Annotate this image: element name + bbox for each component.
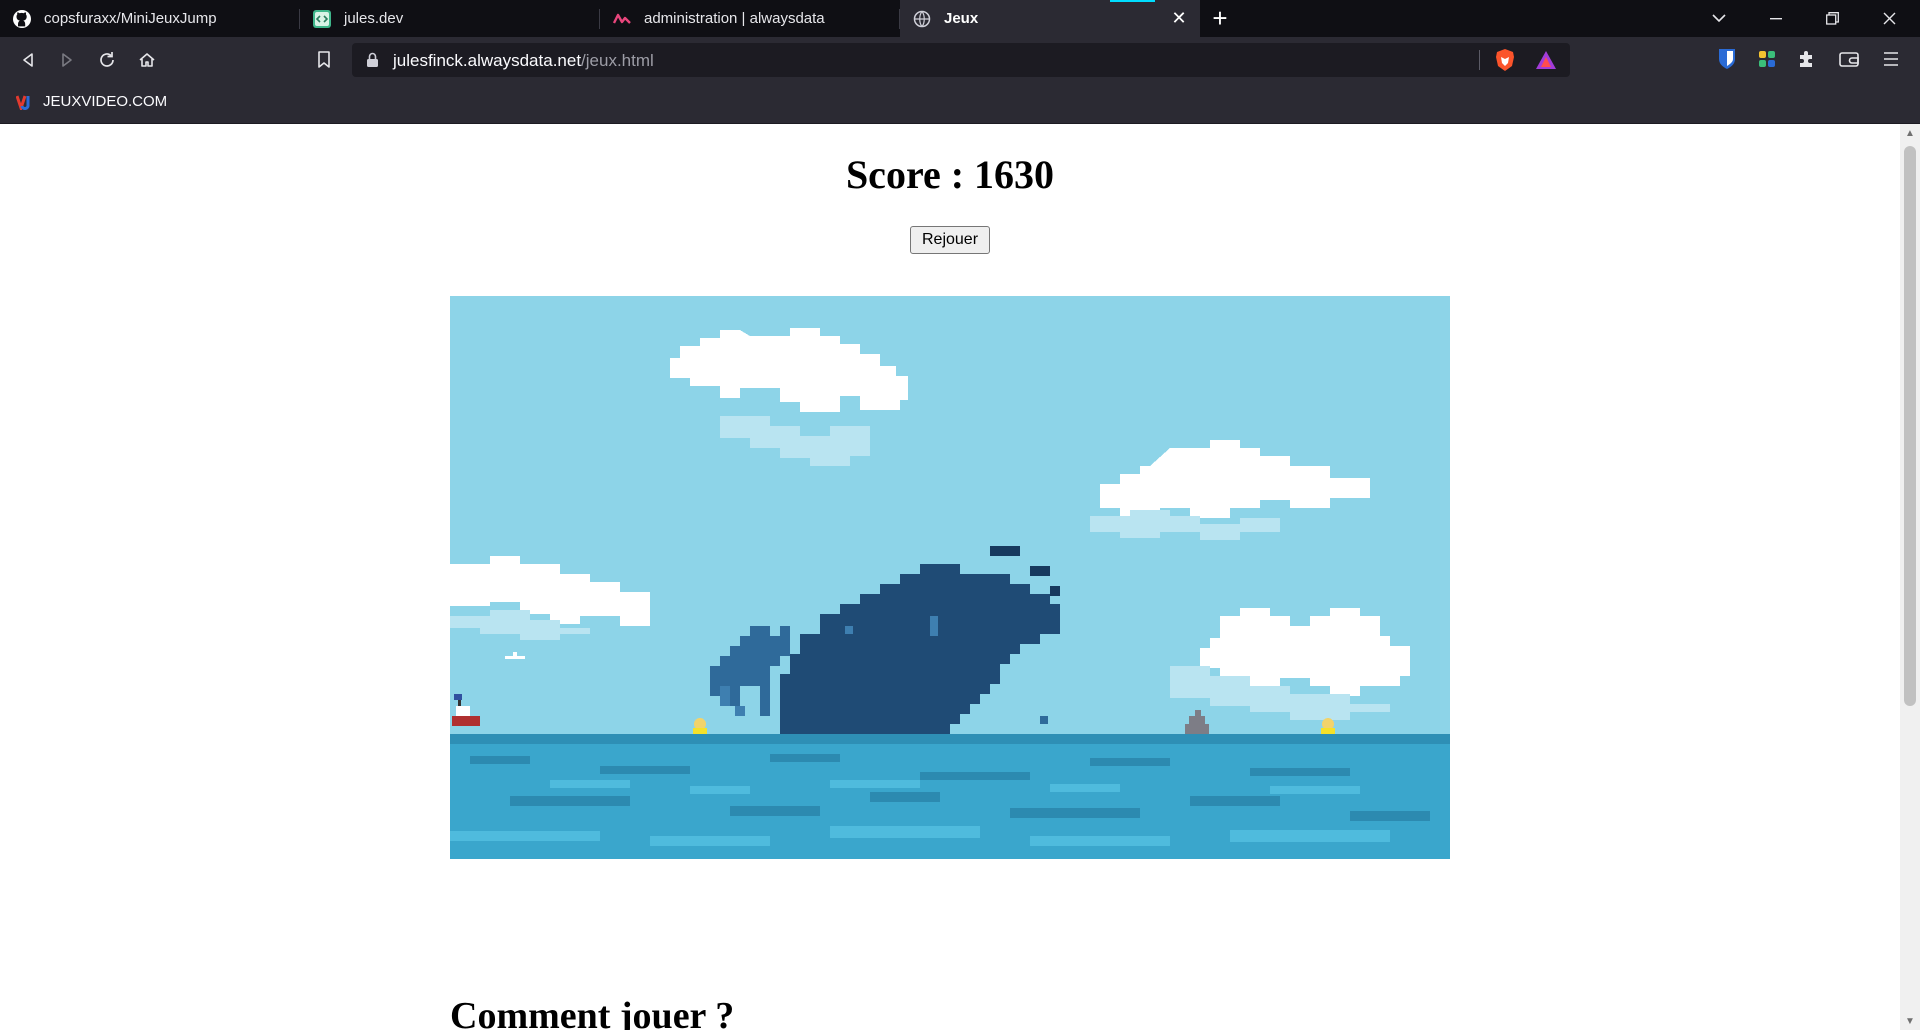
scroll-thumb[interactable] — [1904, 146, 1916, 706]
brave-shield-icon[interactable] — [1494, 48, 1516, 77]
tab-jeux[interactable]: Jeux ✕ — [900, 0, 1200, 37]
navigation-toolbar: julesfinck.alwaysdata.net/jeux.html — [0, 37, 1920, 83]
tab-alwaysdata[interactable]: administration | alwaysdata — [600, 0, 900, 37]
extension-colorful-icon[interactable] — [1756, 48, 1778, 70]
address-bar[interactable]: julesfinck.alwaysdata.net/jeux.html — [352, 43, 1570, 77]
bookmark-jeuxvideo[interactable]: JEUXVIDEO.COM — [16, 93, 167, 110]
wallet-icon[interactable] — [1838, 48, 1860, 70]
tab-github[interactable]: copsfuraxx/MiniJeuxJump — [0, 0, 300, 37]
page-scrollbar[interactable]: ▲ ▼ — [1900, 124, 1920, 1030]
scroll-up-icon[interactable]: ▲ — [1900, 124, 1920, 142]
how-to-play-heading: Comment jouer ? — [450, 995, 735, 1030]
game-canvas[interactable] — [450, 296, 1450, 859]
bookmarks-toolbar: JEUXVIDEO.COM — [0, 83, 1920, 124]
forward-icon[interactable] — [53, 46, 81, 74]
lock-icon[interactable] — [366, 52, 379, 73]
reload-icon[interactable] — [93, 46, 121, 74]
menu-icon[interactable] — [1880, 48, 1902, 70]
brave-rewards-icon[interactable] — [1535, 49, 1557, 76]
github-icon — [12, 9, 32, 29]
bookmark-label: JEUXVIDEO.COM — [43, 93, 168, 110]
score-heading: Score : 1630 — [845, 152, 1055, 197]
restore-icon[interactable] — [1804, 0, 1861, 37]
page-content: Score : 1630 Rejouer Comment jouer ? — [0, 124, 1900, 1030]
tab-title: jules.dev — [344, 10, 404, 27]
alwaysdata-icon — [612, 9, 632, 29]
globe-icon — [912, 9, 932, 29]
extensions-puzzle-icon[interactable] — [1796, 48, 1818, 70]
list-all-tabs-icon[interactable] — [1690, 0, 1747, 37]
minimize-icon[interactable] — [1747, 0, 1804, 37]
home-icon[interactable] — [133, 46, 161, 74]
url-text: julesfinck.alwaysdata.net/jeux.html — [393, 51, 654, 70]
tab-title: administration | alwaysdata — [644, 10, 825, 27]
tab-title: Jeux — [944, 10, 979, 27]
replay-button[interactable]: Rejouer — [910, 226, 990, 254]
close-window-icon[interactable] — [1861, 0, 1918, 37]
new-tab-icon[interactable]: + — [1200, 0, 1240, 37]
jeuxvideo-icon — [16, 94, 36, 110]
code-file-icon — [312, 9, 332, 29]
close-tab-icon[interactable]: ✕ — [1170, 9, 1188, 27]
bitwarden-icon[interactable] — [1716, 48, 1738, 70]
bookmark-page-icon[interactable] — [310, 46, 338, 74]
tab-title: copsfuraxx/MiniJeuxJump — [44, 10, 217, 27]
back-icon[interactable] — [14, 46, 42, 74]
tab-jules-dev[interactable]: jules.dev — [300, 0, 600, 37]
scroll-down-icon[interactable]: ▼ — [1900, 1012, 1920, 1030]
tab-strip: copsfuraxx/MiniJeuxJump jules.dev admini… — [0, 0, 1920, 37]
